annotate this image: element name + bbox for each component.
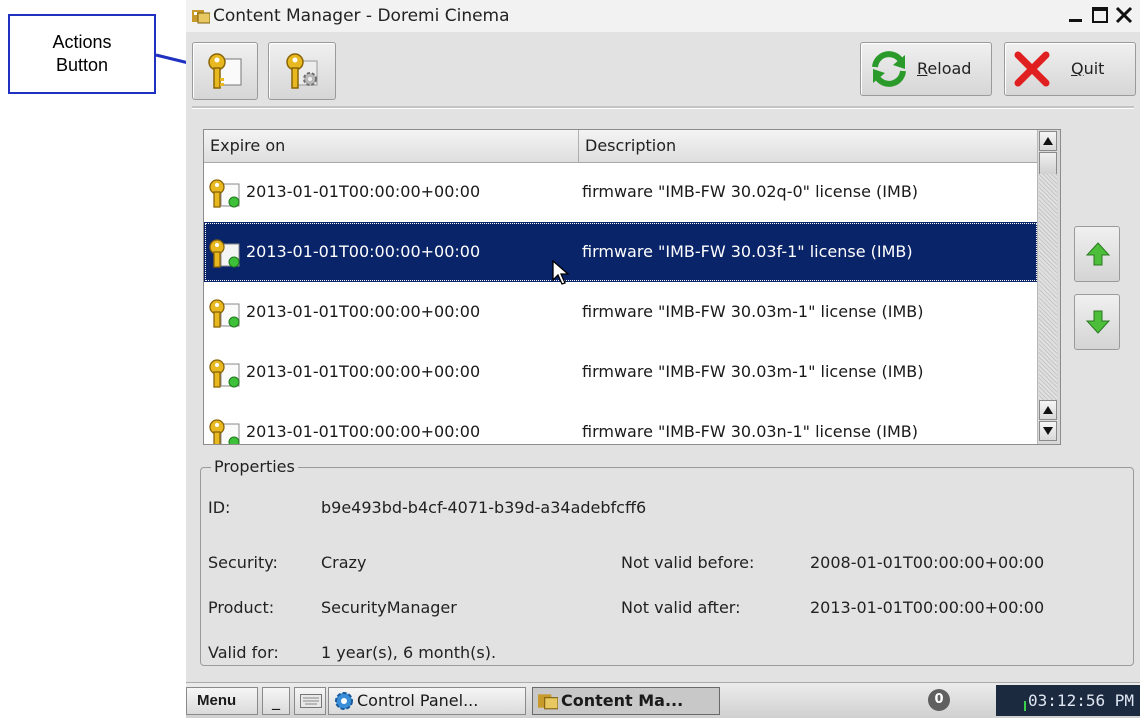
move-up-button[interactable] xyxy=(1074,226,1120,282)
quit-label: Quit xyxy=(1071,59,1105,78)
scroll-track[interactable] xyxy=(1039,174,1057,400)
reload-icon xyxy=(872,51,906,87)
key-button[interactable] xyxy=(192,42,258,100)
triangle-down-icon xyxy=(1043,427,1053,435)
notification-badge[interactable]: 0 xyxy=(928,689,950,711)
toolbar: Reload Quit xyxy=(186,32,1140,104)
license-key-icon xyxy=(209,419,240,444)
list-scrollbar[interactable] xyxy=(1037,130,1060,444)
show-desktop-button[interactable]: _ xyxy=(262,687,290,715)
move-down-button[interactable] xyxy=(1074,294,1120,350)
close-icon xyxy=(1115,6,1133,24)
content-manager-task-icon xyxy=(538,694,558,710)
reload-label: Reload xyxy=(917,59,972,78)
license-row[interactable]: 2013-01-01T00:00:00+00:00 firmware "IMB-F… xyxy=(204,222,1038,282)
license-description: firmware "IMB-FW 30.03f-1" license (IMB) xyxy=(582,242,913,261)
close-window-button[interactable] xyxy=(1114,5,1134,25)
id-value: b9e493bd-b4cf-4071-b39d-a34adebfcff6 xyxy=(321,498,647,517)
license-row[interactable]: 2013-01-01T00:00:00+00:00 firmware "IMB-F… xyxy=(204,402,1038,444)
expire-date: 2013-01-01T00:00:00+00:00 xyxy=(246,242,481,261)
scroll-thumb[interactable] xyxy=(1039,152,1057,176)
reload-button[interactable]: Reload xyxy=(860,42,992,96)
control-panel-task[interactable]: Control Panel... xyxy=(328,687,526,715)
license-description: firmware "IMB-FW 30.03m-1" license (IMB) xyxy=(582,302,924,321)
license-description: firmware "IMB-FW 30.03n-1" license (IMB) xyxy=(582,422,919,441)
not-valid-before-label: Not valid before: xyxy=(621,553,755,572)
column-header-expire-on[interactable]: Expire on xyxy=(204,130,579,162)
triangle-up-icon xyxy=(1043,137,1053,145)
content-manager-window: Content Manager - Doremi Cinema Reload Q… xyxy=(186,0,1140,718)
license-description: firmware "IMB-FW 30.02q-0" license (IMB) xyxy=(582,182,919,201)
product-label: Product: xyxy=(208,598,275,617)
properties-group: Properties ID: b9e493bd-b4cf-4071-b39d-a… xyxy=(200,457,1134,666)
id-label: ID: xyxy=(208,498,231,517)
network-icon xyxy=(1024,701,1026,711)
keyboard-button[interactable] xyxy=(294,687,326,715)
triangle-up-icon xyxy=(1043,406,1053,414)
key-document-icon xyxy=(208,53,242,89)
green-arrow-up-icon xyxy=(1085,242,1111,266)
maximize-icon xyxy=(1092,7,1108,23)
expire-date: 2013-01-01T00:00:00+00:00 xyxy=(246,362,481,381)
actions-button[interactable] xyxy=(268,42,336,100)
license-row[interactable]: 2013-01-01T00:00:00+00:00 firmware "IMB-F… xyxy=(204,282,1038,342)
product-value: SecurityManager xyxy=(321,598,457,617)
license-key-icon xyxy=(209,179,240,208)
minimize-button[interactable] xyxy=(1066,5,1086,25)
security-value: Crazy xyxy=(321,553,367,572)
maximize-button[interactable] xyxy=(1090,5,1110,25)
license-description: firmware "IMB-FW 30.03m-1" license (IMB) xyxy=(582,362,924,381)
green-arrow-down-icon xyxy=(1085,310,1111,334)
app-icon xyxy=(192,10,210,24)
scroll-up-button-lower[interactable] xyxy=(1039,400,1057,420)
minimize-icon xyxy=(1069,19,1082,22)
mouse-cursor xyxy=(552,260,570,285)
not-valid-before-value: 2008-01-01T00:00:00+00:00 xyxy=(810,553,1045,572)
scroll-down-button[interactable] xyxy=(1039,421,1057,441)
scroll-up-button[interactable] xyxy=(1039,131,1057,151)
valid-for-value: 1 year(s), 6 month(s). xyxy=(321,643,497,662)
clock: 03:12:56 PM xyxy=(996,685,1140,716)
license-list[interactable]: Expire on Description 2013-01-01T00:00:0… xyxy=(203,129,1061,445)
taskbar: Menu _ Control Panel... Content Ma... 0 … xyxy=(186,682,1140,718)
license-row[interactable]: 2013-01-01T00:00:00+00:00 firmware "IMB-F… xyxy=(204,342,1038,402)
keyboard-icon xyxy=(300,694,322,708)
red-x-icon xyxy=(1014,51,1050,87)
license-key-icon xyxy=(209,299,240,328)
license-row[interactable]: 2013-01-01T00:00:00+00:00 firmware "IMB-F… xyxy=(204,162,1038,222)
control-panel-icon xyxy=(335,692,353,710)
title-bar: Content Manager - Doremi Cinema xyxy=(186,0,1140,32)
license-key-icon xyxy=(209,239,240,268)
content-manager-task[interactable]: Content Ma... xyxy=(532,687,720,715)
toolbar-separator xyxy=(192,106,1134,109)
window-title: Content Manager - Doremi Cinema xyxy=(213,6,510,26)
not-valid-after-value: 2013-01-01T00:00:00+00:00 xyxy=(810,598,1045,617)
expire-date: 2013-01-01T00:00:00+00:00 xyxy=(246,422,481,441)
license-key-icon xyxy=(209,359,240,388)
menu-button[interactable]: Menu xyxy=(186,687,258,715)
expire-date: 2013-01-01T00:00:00+00:00 xyxy=(246,182,481,201)
list-header: Expire on Description xyxy=(204,130,1038,163)
expire-date: 2013-01-01T00:00:00+00:00 xyxy=(246,302,481,321)
security-label: Security: xyxy=(208,553,278,572)
column-header-description[interactable]: Description xyxy=(579,130,1038,162)
key-gear-icon xyxy=(286,53,318,89)
not-valid-after-label: Not valid after: xyxy=(621,598,741,617)
properties-legend: Properties xyxy=(211,457,298,476)
quit-button[interactable]: Quit xyxy=(1004,42,1136,96)
valid-for-label: Valid for: xyxy=(208,643,279,662)
